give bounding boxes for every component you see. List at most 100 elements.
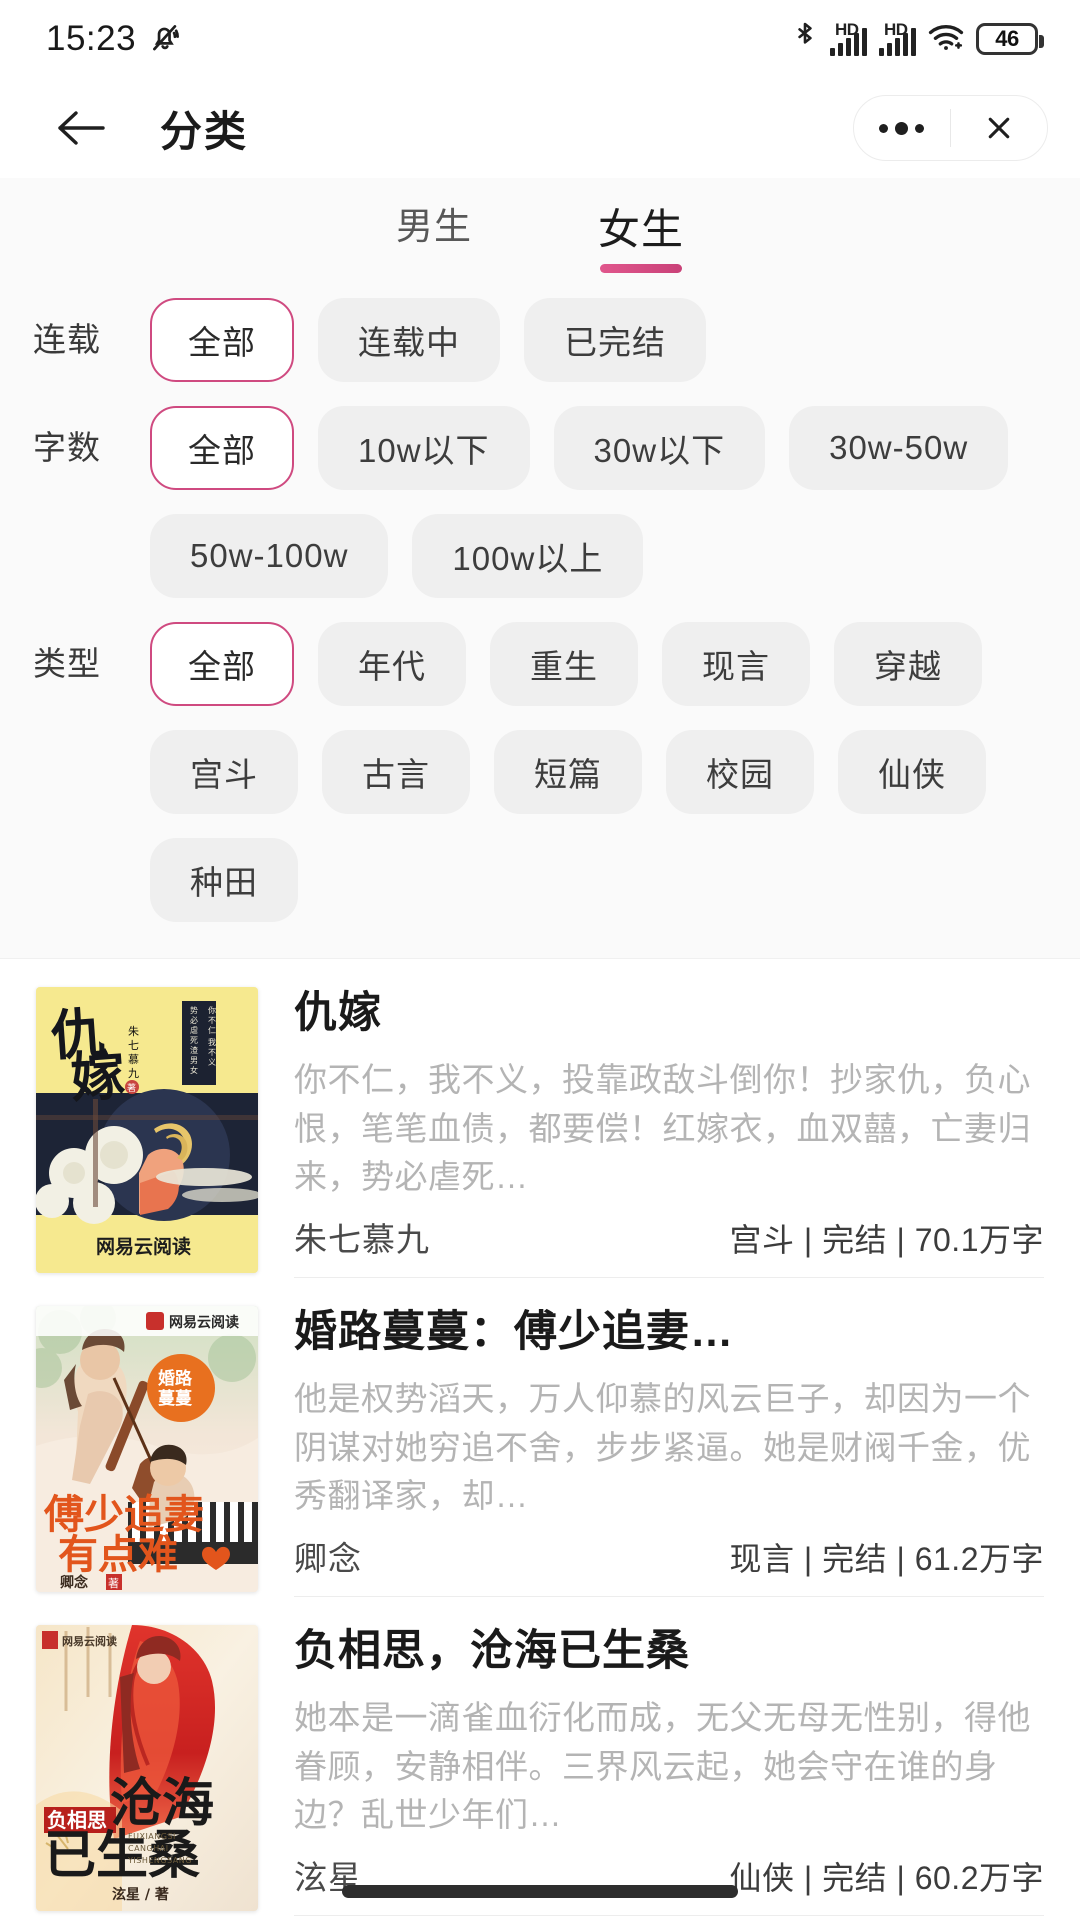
cover-chou-jia: 仇 嫁 朱七 慕九 著 你不仁 我不义 势必虐 死渣男女 网易云阅读: [36, 987, 258, 1273]
tab-male[interactable]: 男生: [388, 196, 480, 250]
filter-panel: 男生女生 连载全部连载中已完结字数全部10w以下30w以下30w-50w50w-…: [0, 178, 1080, 959]
filter-chip[interactable]: 仙侠: [838, 730, 986, 814]
page-title: 分类: [160, 98, 248, 159]
book-title: 负相思，沧海已生桑: [294, 1627, 1044, 1676]
book-author: 卿念: [294, 1532, 362, 1580]
filter-chip-label: 校园: [706, 748, 774, 796]
filter-chip-label: 穿越: [874, 640, 942, 688]
book-list-item[interactable]: 网易云阅读 婚路 蔓蔓 傅少追妻 有点难 卿念 著 婚路蔓蔓：傅少追妻… 他是权势…: [0, 1278, 1080, 1597]
book-tags: 仙侠 | 完结 | 60.2万字: [730, 1853, 1044, 1899]
book-description: 她本是一滴雀血衍化而成，无父无母无性别，得他眷顾，安静相伴。三界风云起，她会守在…: [294, 1694, 1044, 1839]
book-tags: 现言 | 完结 | 61.2万字: [730, 1534, 1044, 1580]
svg-text:七: 七: [128, 1039, 139, 1052]
cover-fu-xiang-si: 负相思 沧海 已生桑 FUXIANGSI CANGHAI YISHENGSANG…: [36, 1625, 258, 1911]
back-button[interactable]: [46, 93, 116, 163]
signal-hd-2-icon: HD: [879, 22, 916, 56]
book-list-item[interactable]: 负相思 沧海 已生桑 FUXIANGSI CANGHAI YISHENGSANG…: [0, 1597, 1080, 1916]
filter-chip-label: 全部: [188, 316, 256, 364]
filter-chip[interactable]: 宫斗: [150, 730, 298, 814]
book-info: 婚路蔓蔓：傅少追妻… 他是权势滔天，万人仰慕的风云巨子，却因为一个阴谋对她穷追不舍…: [294, 1306, 1044, 1597]
filter-chip[interactable]: 已完结: [524, 298, 706, 382]
close-button[interactable]: [951, 96, 1047, 160]
svg-text:死: 死: [190, 1036, 198, 1045]
mini-program-capsule: [853, 95, 1048, 161]
book-meta: 卿念 现言 | 完结 | 61.2万字: [294, 1520, 1044, 1580]
close-icon: [985, 114, 1013, 142]
filter-chip[interactable]: 短篇: [494, 730, 642, 814]
filter-row: 连载全部 连载中已完结: [0, 298, 1080, 382]
battery-indicator: 46: [976, 23, 1038, 55]
svg-text:慕: 慕: [128, 1052, 139, 1066]
book-title: 婚路蔓蔓：傅少追妻…: [294, 1308, 1044, 1357]
filter-chip[interactable]: 30w-50w: [789, 406, 1008, 490]
filter-chip[interactable]: 30w以下: [554, 406, 766, 490]
status-bar: 15:23 HD HD: [0, 0, 1080, 78]
wifi-icon: [928, 22, 964, 57]
signal-hd-1-icon: HD: [830, 22, 867, 56]
svg-text:网易云阅读: 网易云阅读: [169, 1314, 239, 1331]
mute-bell-icon: [148, 19, 182, 60]
svg-text:仁: 仁: [208, 1025, 216, 1035]
svg-text:渣: 渣: [190, 1045, 198, 1055]
more-button[interactable]: [854, 96, 950, 160]
filter-row-label: 连载: [30, 298, 150, 382]
filter-chip[interactable]: 50w-100w: [150, 514, 388, 598]
filter-chip[interactable]: 穿越: [834, 622, 982, 706]
filter-row: 类型全部年代重生现言穿越宫斗古言短篇校园仙侠种田: [0, 622, 1080, 922]
filter-chip-label: 重生: [530, 640, 598, 688]
svg-text:著: 著: [108, 1576, 119, 1590]
svg-text:不: 不: [208, 1048, 216, 1057]
svg-text:著: 著: [127, 1082, 136, 1094]
filter-chip-label: 古言: [362, 748, 430, 796]
svg-text:泫星 / 著: 泫星 / 著: [112, 1886, 169, 1903]
svg-text:义: 义: [208, 1058, 216, 1067]
svg-text:有点难: 有点难: [58, 1532, 178, 1578]
filter-chip-label: 30w-50w: [829, 429, 968, 467]
filter-chip[interactable]: 100w以上: [412, 514, 643, 598]
filter-chip-label: 100w以上: [452, 532, 603, 580]
filter-rows: 连载全部连载中已完结字数全部10w以下30w以下30w-50w50w-100w1…: [0, 298, 1080, 922]
filter-chip[interactable]: 校园: [666, 730, 814, 814]
filter-chip-label: 宫斗: [190, 748, 258, 796]
filter-chip[interactable]: 古言: [322, 730, 470, 814]
bluetooth-icon: [792, 20, 818, 59]
back-arrow-icon: [54, 106, 108, 150]
svg-text:CANGHAI: CANGHAI: [128, 1844, 169, 1853]
book-author: 朱七慕九: [294, 1213, 430, 1261]
filter-chip[interactable]: 10w以下: [318, 406, 530, 490]
status-time: 15:23: [46, 19, 136, 59]
filter-chip-label: 年代: [358, 640, 426, 688]
book-description: 他是权势滔天，万人仰慕的风云巨子，却因为一个阴谋对她穷追不舍，步步紧逼。她是财阀…: [294, 1375, 1044, 1520]
svg-text:男: 男: [190, 1056, 198, 1065]
book-list-item[interactable]: 仇 嫁 朱七 慕九 著 你不仁 我不义 势必虐 死渣男女 网易云阅读 仇嫁你不仁…: [0, 959, 1080, 1278]
filter-chip[interactable]: 年代: [318, 622, 466, 706]
filter-chip[interactable]: 全部: [150, 298, 294, 382]
book-cover: 网易云阅读 婚路 蔓蔓 傅少追妻 有点难 卿念 著: [36, 1306, 258, 1592]
svg-text:朱: 朱: [128, 1025, 139, 1038]
svg-text:势: 势: [190, 1005, 198, 1015]
filter-chip[interactable]: 全部: [150, 406, 294, 490]
filter-chip[interactable]: 重生: [490, 622, 638, 706]
filter-chip[interactable]: 现言: [662, 622, 810, 706]
filter-chip[interactable]: 种田: [150, 838, 298, 922]
filter-chip[interactable]: 全部: [150, 622, 294, 706]
book-info: 负相思，沧海已生桑她本是一滴雀血衍化而成，无父无母无性别，得他眷顾，安静相伴。三…: [294, 1625, 1044, 1916]
filter-chip[interactable]: 连载中: [318, 298, 500, 382]
svg-text:嫁: 嫁: [69, 1043, 127, 1110]
svg-text:蔓蔓: 蔓蔓: [158, 1388, 193, 1409]
svg-text:YISHENGSANG: YISHENGSANG: [127, 1856, 192, 1865]
gender-tabs: 男生 女生: [0, 178, 1080, 274]
filter-chip-label: 10w以下: [358, 424, 490, 472]
book-cover: 仇 嫁 朱七 慕九 著 你不仁 我不义 势必虐 死渣男女 网易云阅读: [36, 987, 258, 1273]
filter-row: 字数全部10w以下30w以下30w-50w50w-100w100w以上: [0, 406, 1080, 598]
home-indicator[interactable]: [342, 1885, 738, 1898]
svg-text:网易云阅读: 网易云阅读: [62, 1634, 117, 1648]
tab-female[interactable]: 女生: [590, 196, 692, 257]
book-list: 仇 嫁 朱七 慕九 著 你不仁 我不义 势必虐 死渣男女 网易云阅读 仇嫁你不仁…: [0, 959, 1080, 1916]
status-bar-right: HD HD 46: [792, 20, 1038, 59]
filter-chip-label: 50w-100w: [190, 537, 348, 575]
svg-text:沧海: 沧海: [110, 1774, 214, 1834]
svg-text:你: 你: [208, 1005, 216, 1015]
battery-percent: 46: [995, 26, 1018, 52]
svg-text:网易云阅读: 网易云阅读: [96, 1235, 191, 1258]
